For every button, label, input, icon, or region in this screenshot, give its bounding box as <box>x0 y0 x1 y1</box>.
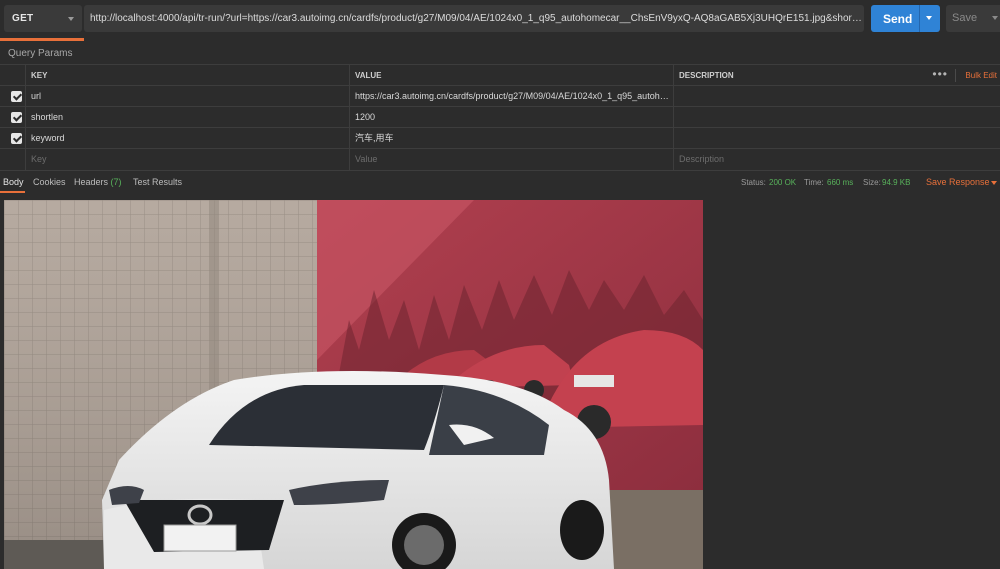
param-check-cell <box>0 128 25 149</box>
car-photo-illustration <box>4 200 703 569</box>
save-button[interactable]: Save <box>946 5 1000 32</box>
active-tab-indicator <box>0 38 84 41</box>
param-check-cell <box>0 107 25 128</box>
tab-headers-label: Headers <box>74 177 109 187</box>
save-response-chevron-icon[interactable] <box>991 181 997 185</box>
request-bar: GET http://localhost:4000/api/tr-run/?ur… <box>0 0 1000 38</box>
param-row: url https://car3.autoimg.cn/cardfs/produ… <box>0 85 1000 107</box>
status-label: Status: <box>741 178 766 187</box>
header-key: KEY <box>25 65 349 86</box>
tab-cookies[interactable]: Cookies <box>33 177 66 187</box>
send-label: Send <box>883 12 913 26</box>
param-key[interactable]: keyword <box>25 128 349 149</box>
param-value[interactable]: 1200 <box>349 107 673 128</box>
send-button[interactable]: Send <box>871 5 940 32</box>
size-value: 94.9 KB <box>882 178 911 187</box>
param-value[interactable]: 汽车,用车 <box>349 128 673 149</box>
header-separator <box>955 69 956 82</box>
param-checkbox[interactable] <box>11 91 22 102</box>
params-header-row: KEY VALUE DESCRIPTION ••• Bulk Edit <box>0 64 1000 86</box>
more-options-icon[interactable]: ••• <box>932 65 948 83</box>
param-value[interactable]: https://car3.autoimg.cn/cardfs/product/g… <box>349 86 673 107</box>
param-checkbox[interactable] <box>11 133 22 144</box>
param-key[interactable]: shortlen <box>25 107 349 128</box>
params-table: KEY VALUE DESCRIPTION ••• Bulk Edit url … <box>0 64 1000 170</box>
query-params-title: Query Params <box>8 48 73 59</box>
param-description[interactable] <box>673 107 1000 128</box>
header-check-cell <box>0 65 25 86</box>
send-divider <box>919 5 920 32</box>
param-row: keyword 汽车,用车 <box>0 127 1000 149</box>
param-checkbox[interactable] <box>11 112 22 123</box>
response-tabs-bar: Body Cookies Headers (7) Test Results St… <box>0 170 1000 193</box>
param-row-new: Key Value Description <box>0 148 1000 170</box>
tab-headers[interactable]: Headers (7) <box>74 177 122 187</box>
save-chevron-icon[interactable] <box>992 16 998 20</box>
save-label: Save <box>952 12 978 24</box>
bulk-edit-link[interactable]: Bulk Edit <box>965 65 997 86</box>
chevron-down-icon <box>68 17 74 21</box>
header-description: DESCRIPTION <box>673 65 1000 86</box>
size-label: Size: <box>863 178 881 187</box>
tab-body[interactable]: Body <box>3 177 24 187</box>
param-check-cell <box>0 86 25 107</box>
param-key[interactable]: url <box>25 86 349 107</box>
new-description-input[interactable]: Description <box>673 149 1000 170</box>
method-select[interactable]: GET <box>4 5 82 32</box>
response-body <box>0 193 1000 569</box>
new-value-input[interactable]: Value <box>349 149 673 170</box>
header-description-label: DESCRIPTION <box>679 71 734 80</box>
param-check-cell <box>0 149 25 170</box>
time-value: 660 ms <box>827 178 854 187</box>
new-key-input[interactable]: Key <box>25 149 349 170</box>
param-description[interactable] <box>673 86 1000 107</box>
time-label: Time: <box>804 178 824 187</box>
param-row: shortlen 1200 <box>0 106 1000 128</box>
response-image <box>4 200 703 569</box>
method-label: GET <box>12 13 34 24</box>
send-options-chevron-icon[interactable] <box>926 16 932 20</box>
headers-count-badge: (7) <box>110 177 122 187</box>
tab-test-results[interactable]: Test Results <box>133 177 182 187</box>
status-value: 200 OK <box>769 178 797 187</box>
url-input[interactable]: http://localhost:4000/api/tr-run/?url=ht… <box>84 5 864 32</box>
save-response-button[interactable]: Save Response <box>926 177 990 187</box>
header-value: VALUE <box>349 65 673 86</box>
param-description[interactable] <box>673 128 1000 149</box>
